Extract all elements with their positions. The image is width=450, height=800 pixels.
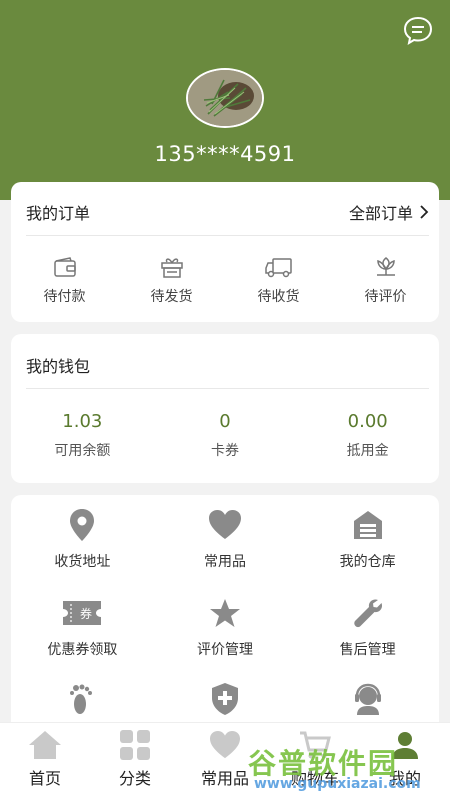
message-bubble-icon [403,16,433,46]
watermark-logo: 谷普软件园 www.gupuxiazai.com [246,742,446,794]
wallet-value: 1.03 [62,411,103,432]
coupon-badge-text: 券 [80,606,92,621]
coupon-icon: 券 [63,601,102,625]
all-orders-label: 全部订单 [348,204,413,223]
service-insurance[interactable] [154,681,297,717]
tab-label: 首页 [28,769,61,788]
service-coupon-claim[interactable]: 券 优惠券领取 [11,595,154,659]
watermark-url: www.gupuxiazai.com [254,776,421,792]
order-status-to-review[interactable]: 待评价 [332,254,439,306]
tab-category[interactable]: 分类 [90,723,180,800]
order-status-label: 待付款 [43,289,86,305]
services-row-2: 券 优惠券领取 评价管理 售后管理 [11,595,439,659]
tab-label: 分类 [118,769,151,788]
phone-number: 135****4591 [154,142,296,166]
service-label: 售后管理 [339,642,396,658]
order-status-unpaid[interactable]: 待付款 [11,254,118,306]
service-label: 收货地址 [54,554,111,570]
footprint-icon [70,684,93,714]
service-label: 评价管理 [197,642,253,658]
wallet-credit[interactable]: 0.00 抵用金 [296,411,439,460]
wallet-card: 我的钱包 1.03 可用余额 0 卡券 0.00 抵用金 [11,334,439,483]
chevron-right-icon [420,205,429,219]
service-label: 我的仓库 [339,554,396,570]
location-pin-icon [70,509,95,541]
service-footprints[interactable] [11,681,154,717]
services-row-1: 收货地址 常用品 我的仓库 [11,507,439,571]
wallet-title: 我的钱包 [26,357,91,376]
services-row-3 [11,681,439,717]
order-status-to-receive[interactable]: 待收货 [225,254,332,306]
service-after-sales[interactable]: 售后管理 [296,595,439,659]
wallet-coupons[interactable]: 0 卡券 [154,411,297,460]
order-status-label: 待发货 [150,289,193,305]
star-icon [210,599,240,627]
warehouse-icon [353,511,382,539]
order-status-to-ship[interactable]: 待发货 [118,254,225,306]
orders-divider [26,235,429,236]
order-status-row: 待付款 待发货 待收货 待评价 [11,254,439,306]
shield-plus-icon [212,683,238,715]
service-label: 常用品 [204,554,246,570]
all-orders-link[interactable]: 全部订单 [349,200,429,224]
truck-icon [264,258,292,278]
service-customer-support[interactable] [296,681,439,717]
customer-service-icon [354,683,381,715]
wallet-label: 卡券 [211,443,239,459]
wallet-label: 抵用金 [346,443,389,459]
wallet-value: 0 [219,411,231,432]
tab-home[interactable]: 首页 [0,723,90,800]
order-status-label: 待评价 [364,289,407,305]
heart-icon [210,730,240,759]
home-icon [29,731,61,759]
service-address[interactable]: 收货地址 [11,507,154,571]
services-card: 收货地址 常用品 我的仓库 券 优惠券领取 评价管理 售后管理 [11,495,439,735]
service-favorites[interactable]: 常用品 [154,507,297,571]
wallet-divider [26,388,429,389]
flower-icon [376,257,395,276]
message-button[interactable] [402,14,434,46]
service-label: 优惠券领取 [47,642,118,658]
wallet-icon [53,257,76,277]
wallet-label: 可用余额 [54,443,111,459]
wallet-balance[interactable]: 1.03 可用余额 [11,411,154,460]
avatar[interactable] [186,68,264,128]
wrench-icon [353,599,382,628]
wallet-stats-row: 1.03 可用余额 0 卡券 0.00 抵用金 [11,411,439,460]
orders-card: 我的订单 全部订单 待付款 待发货 待收货 待评价 [11,182,439,322]
order-status-label: 待收货 [257,289,300,305]
heart-icon [209,510,241,539]
tab-label: 常用品 [200,769,249,788]
orders-title: 我的订单 [26,204,91,223]
gift-box-icon [160,258,183,278]
service-warehouse[interactable]: 我的仓库 [296,507,439,571]
service-reviews[interactable]: 评价管理 [154,595,297,659]
wallet-value: 0.00 [347,411,388,432]
grid-icon [120,730,150,760]
